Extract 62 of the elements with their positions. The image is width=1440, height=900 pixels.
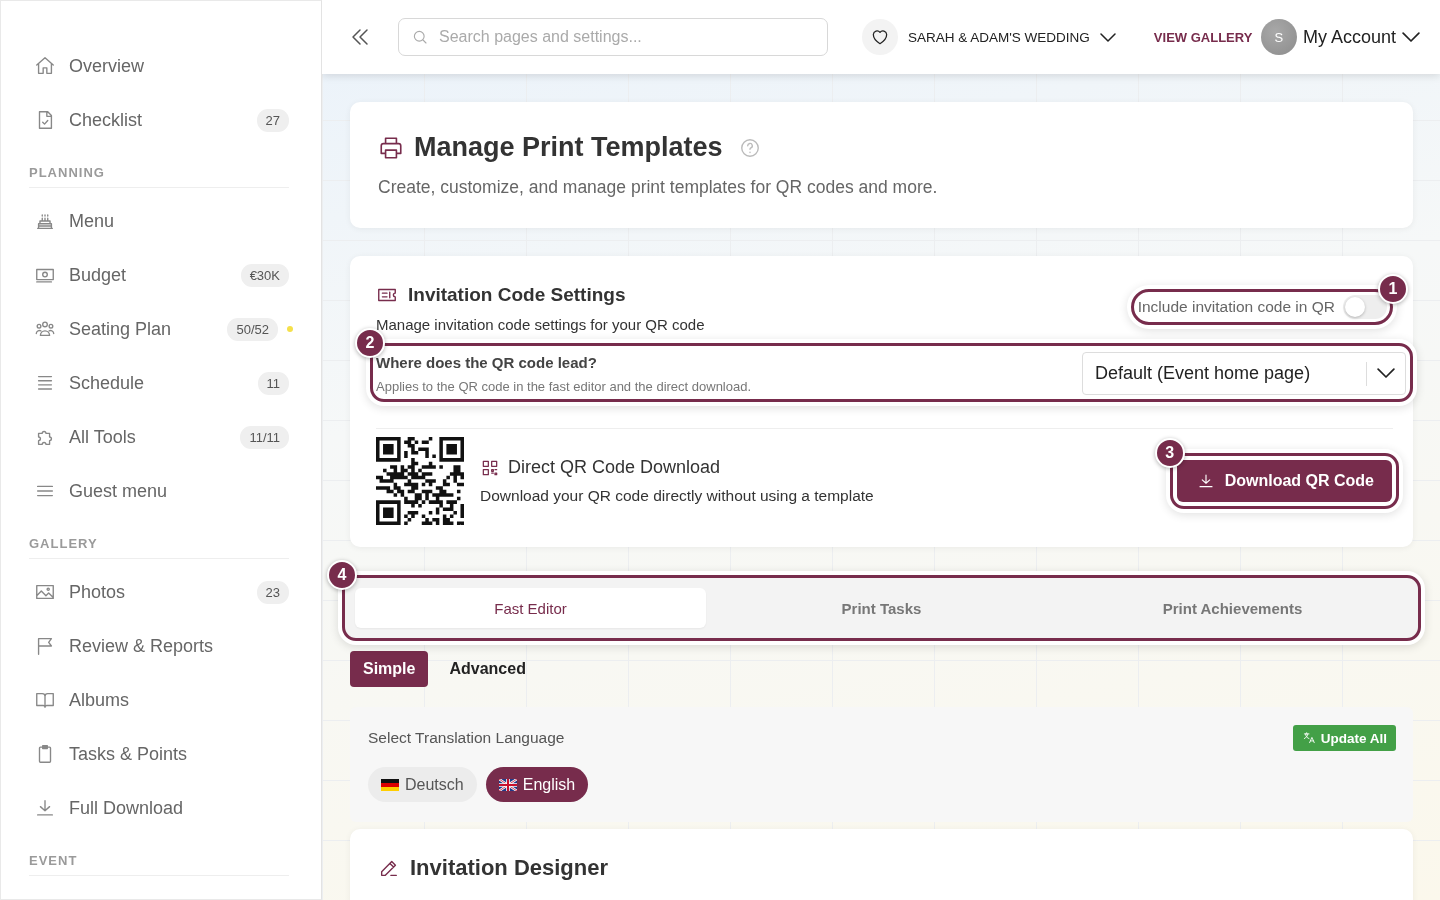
item-count: 11/11 xyxy=(240,425,289,449)
download-icon xyxy=(1196,472,1215,490)
item-count: €30K xyxy=(240,263,289,287)
section-title: Direct QR Code Download xyxy=(508,457,721,478)
search-icon xyxy=(411,28,429,46)
search-field[interactable]: Search pages and settings... xyxy=(398,18,828,56)
translate-icon xyxy=(1301,731,1316,745)
sidebar-item[interactable]: All Tools 11/11 xyxy=(29,410,289,464)
chevron-down-icon xyxy=(1099,32,1116,42)
section-title: Invitation Designer xyxy=(410,855,609,881)
mode-button[interactable]: Simple xyxy=(350,651,429,687)
page-title: Manage Print Templates xyxy=(414,132,723,163)
sidebar-item[interactable]: Photos 23 xyxy=(29,565,289,619)
section-heading: PLANNING xyxy=(29,165,105,180)
section-heading: GALLERY xyxy=(29,536,98,551)
event-selector[interactable]: SARAH & ADAM'S WEDDING xyxy=(862,19,1116,55)
flag-icon xyxy=(498,778,517,791)
step-number: 4 xyxy=(327,560,357,590)
item-count: 11 xyxy=(257,371,289,395)
avatar: S xyxy=(1260,19,1297,55)
heart-icon xyxy=(870,27,890,47)
language-chip[interactable]: Deutsch xyxy=(368,767,477,802)
sidebar-item[interactable]: Guest menu xyxy=(29,464,289,518)
section-heading: EVENT xyxy=(29,853,78,868)
tab[interactable]: Fast Editor xyxy=(355,588,706,628)
flag-icon xyxy=(381,778,399,791)
item-count: 23 xyxy=(256,580,289,604)
sidebar-item[interactable]: Schedule 11 xyxy=(29,356,289,410)
download-icon xyxy=(34,797,56,819)
sidebar-item[interactable]: Tasks & Points xyxy=(29,727,289,781)
section-title: Invitation Code Settings xyxy=(408,284,626,306)
download-qr-button[interactable]: Download QR Code xyxy=(1176,460,1392,502)
sidebar-item[interactable]: Menu xyxy=(29,194,289,248)
language-chip[interactable]: English xyxy=(485,767,589,802)
account-menu[interactable]: S My Account xyxy=(1260,19,1420,55)
page-subtitle: Create, customize, and manage print templates for QR codes and more. xyxy=(378,177,939,198)
panel-label: Select Translation Language xyxy=(368,729,565,747)
help-icon xyxy=(738,136,761,159)
toggle-switch[interactable] xyxy=(1343,295,1387,319)
item-count: 50/52 xyxy=(227,317,278,341)
step-number: 1 xyxy=(1378,274,1408,304)
chevron-down-icon xyxy=(1377,368,1395,379)
sidebar-item[interactable]: Seating Plan 50/52 xyxy=(29,302,289,356)
item-count: 27 xyxy=(256,108,289,132)
chevron-down-icon xyxy=(1402,31,1420,43)
printer-icon xyxy=(378,134,404,161)
home-icon xyxy=(34,55,56,77)
tab[interactable]: Print Achievements xyxy=(1057,588,1408,628)
destination-dropdown[interactable]: Default (Event home page) xyxy=(1082,352,1406,395)
sidebar-item[interactable]: Albums xyxy=(29,673,289,727)
field-hint: Applies to the QR code in the fast editor and the direct download. xyxy=(376,378,752,394)
step-number: 3 xyxy=(1154,438,1185,468)
sidebar-item[interactable]: Review & Reports xyxy=(29,619,289,673)
sidebar-item[interactable]: Budget €30K xyxy=(29,248,289,302)
mode-button[interactable]: Advanced xyxy=(436,651,539,687)
tab[interactable]: Print Tasks xyxy=(706,588,1057,628)
section-description: Download your QR code directly without using a template xyxy=(480,487,874,505)
toggle-label: Include invitation code in QR xyxy=(1137,298,1335,316)
sidebar-item[interactable]: Checklist 27 xyxy=(29,93,289,147)
view-gallery-link[interactable]: VIEW GALLERY xyxy=(1153,29,1253,45)
sidebar-item[interactable]: Overview xyxy=(29,39,289,93)
sidebar-item[interactable]: Full Download xyxy=(29,781,289,835)
